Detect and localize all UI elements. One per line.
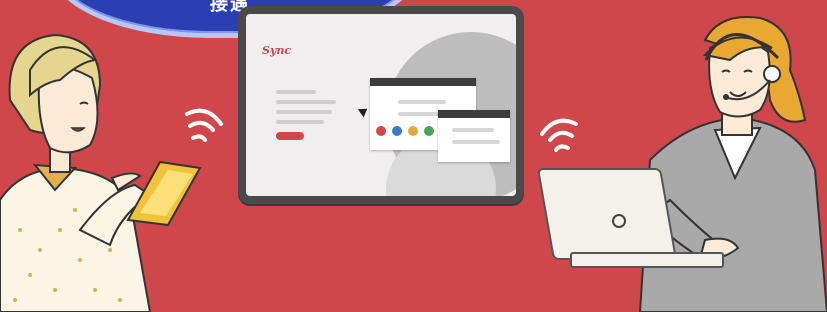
laptop-base bbox=[570, 252, 724, 268]
illustration-scene: 接遇 Sync bbox=[0, 0, 827, 312]
laptop-lid bbox=[536, 168, 678, 260]
laptop-logo-icon bbox=[612, 214, 626, 228]
